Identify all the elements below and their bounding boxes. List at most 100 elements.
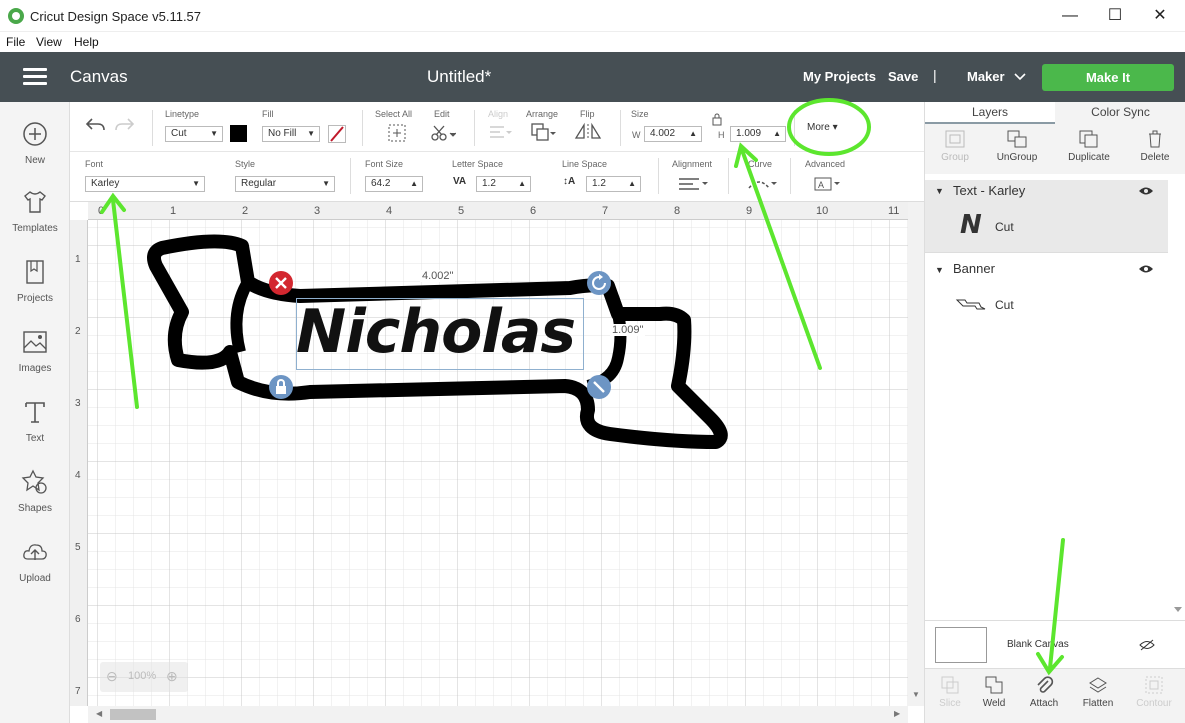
banner-shape[interactable] xyxy=(70,202,908,706)
flatten-button[interactable]: Flatten xyxy=(1073,675,1123,709)
spinner-icon[interactable]: ▲ xyxy=(518,177,526,191)
more-button[interactable]: More ▾ xyxy=(807,122,838,133)
delete-handle-icon[interactable] xyxy=(268,270,294,296)
collapse-caret-icon[interactable]: ▼ xyxy=(935,265,944,275)
zoom-control[interactable]: ⊖ 100% ⊕ xyxy=(100,662,188,692)
sidebar-item-upload[interactable]: Upload xyxy=(0,538,70,584)
sidebar-item-shapes[interactable]: Shapes xyxy=(0,468,70,514)
style-select[interactable]: Regular ▼ xyxy=(235,176,335,192)
lock-icon[interactable] xyxy=(711,112,723,126)
menu-bar: File View Help xyxy=(0,32,1185,52)
lock-handle-icon[interactable] xyxy=(268,374,294,400)
close-window-button[interactable]: ✕ xyxy=(1138,4,1182,28)
line-space-value: 1.2 xyxy=(592,178,606,189)
hamburger-menu-icon[interactable] xyxy=(23,68,47,86)
sidebar-item-images[interactable]: Images xyxy=(0,328,70,374)
layer-name: Banner xyxy=(953,261,995,276)
align-icon[interactable] xyxy=(488,124,512,140)
layer-thumbnail-glyph: N xyxy=(960,210,982,240)
blank-canvas-row[interactable]: Blank Canvas xyxy=(925,620,1185,670)
spinner-icon[interactable]: ▲ xyxy=(628,177,636,191)
delete-button[interactable]: Delete xyxy=(1125,129,1185,163)
layer-group-banner[interactable]: ▼ Banner Cut xyxy=(925,252,1168,324)
my-projects-link[interactable]: My Projects xyxy=(803,69,876,84)
layer-group-text[interactable]: ▼ Text - Karley N Cut xyxy=(925,180,1168,252)
collapse-caret-icon[interactable]: ▼ xyxy=(935,186,944,196)
make-it-button[interactable]: Make It xyxy=(1042,64,1174,91)
ungroup-button[interactable]: UnGroup xyxy=(987,129,1047,163)
caret-down-icon: ▼ xyxy=(307,129,315,138)
font-size-value: 64.2 xyxy=(371,178,391,189)
undo-icon[interactable] xyxy=(84,116,106,134)
contour-button[interactable]: Contour xyxy=(1129,675,1179,709)
duplicate-label: Duplicate xyxy=(1068,152,1110,163)
canvas-text-nicholas[interactable]: Nicholas xyxy=(296,296,596,368)
sidebar-item-projects[interactable]: Projects xyxy=(0,258,70,304)
scroll-left-icon[interactable]: ◀ xyxy=(96,709,102,718)
slice-label: Slice xyxy=(939,698,961,709)
scroll-thumb[interactable] xyxy=(110,709,156,720)
sidebar-item-new[interactable]: New xyxy=(0,120,70,166)
resize-handle-icon[interactable] xyxy=(586,374,612,400)
sidebar-item-text[interactable]: Text xyxy=(0,398,70,444)
design-canvas[interactable]: 0 1 2 3 4 5 6 7 8 9 10 11 1 2 3 4 5 6 7 … xyxy=(70,202,908,706)
curve-text-icon[interactable] xyxy=(746,176,778,192)
ungroup-label: UnGroup xyxy=(996,152,1038,163)
scroll-right-icon[interactable]: ▶ xyxy=(894,709,900,718)
canvas-horizontal-scrollbar[interactable]: ◀ ▶ xyxy=(88,706,908,723)
duplicate-button[interactable]: Duplicate xyxy=(1059,129,1119,163)
spinner-icon[interactable]: ▲ xyxy=(773,127,781,141)
minimize-button[interactable]: — xyxy=(1048,4,1092,28)
menu-help[interactable]: Help xyxy=(74,35,99,49)
scroll-down-icon[interactable]: ▼ xyxy=(912,690,920,699)
font-select[interactable]: Karley ▼ xyxy=(85,176,205,192)
weld-button[interactable]: Weld xyxy=(969,675,1019,709)
zoom-in-icon[interactable]: ⊕ xyxy=(166,668,178,685)
arrange-icon[interactable] xyxy=(530,122,556,142)
layer-operation: Cut xyxy=(995,298,1014,312)
tab-color-sync[interactable]: Color Sync xyxy=(1055,102,1185,124)
text-align-icon[interactable] xyxy=(678,176,710,192)
font-size-label: Font Size xyxy=(365,159,404,169)
advanced-text-icon[interactable]: A xyxy=(814,176,842,192)
attach-button[interactable]: Attach xyxy=(1019,675,1069,709)
letter-space-input[interactable]: 1.2 ▲ xyxy=(476,176,531,192)
eye-icon[interactable] xyxy=(1138,186,1154,196)
fill-select[interactable]: No Fill ▼ xyxy=(262,126,320,142)
flip-icon[interactable] xyxy=(574,122,602,142)
panel-scroll-down-icon[interactable] xyxy=(1173,606,1183,614)
canvas-vertical-scrollbar[interactable]: ▼ xyxy=(908,202,924,706)
blank-canvas-swatch[interactable] xyxy=(935,627,987,663)
slice-button[interactable]: Slice xyxy=(925,675,975,709)
group-button[interactable]: Group xyxy=(925,129,985,163)
svg-text:A: A xyxy=(818,180,824,190)
edit-scissors-icon[interactable] xyxy=(430,123,456,143)
machine-select[interactable]: Maker xyxy=(967,69,1026,84)
eye-hidden-icon[interactable] xyxy=(1139,639,1155,651)
eye-icon[interactable] xyxy=(1138,264,1154,274)
linetype-select[interactable]: Cut ▼ xyxy=(165,126,223,142)
sidebar-item-label: New xyxy=(24,155,45,166)
save-link[interactable]: Save xyxy=(888,69,918,84)
rotate-handle-icon[interactable] xyxy=(586,270,612,296)
menu-file[interactable]: File xyxy=(6,35,25,49)
no-fill-swatch-icon[interactable] xyxy=(328,125,346,143)
weld-label: Weld xyxy=(982,698,1006,709)
align-label: Align xyxy=(488,109,509,119)
menu-view[interactable]: View xyxy=(36,35,62,49)
line-space-input[interactable]: 1.2 ▲ xyxy=(586,176,641,192)
select-all-icon[interactable] xyxy=(387,123,407,143)
maximize-button[interactable]: ☐ xyxy=(1093,4,1137,28)
spinner-icon[interactable]: ▲ xyxy=(410,177,418,191)
fill-label: Fill xyxy=(262,109,274,119)
tab-layers[interactable]: Layers xyxy=(925,102,1055,124)
spinner-icon[interactable]: ▲ xyxy=(689,127,697,141)
linetype-color-swatch[interactable] xyxy=(230,125,247,142)
redo-icon[interactable] xyxy=(114,116,136,134)
font-size-input[interactable]: 64.2 ▲ xyxy=(365,176,423,192)
zoom-out-icon[interactable]: ⊖ xyxy=(106,668,118,685)
sidebar-item-templates[interactable]: Templates xyxy=(0,188,70,234)
height-input[interactable]: 1.009 ▲ xyxy=(730,126,786,142)
paperclip-icon xyxy=(1037,676,1054,693)
width-input[interactable]: 4.002 ▲ xyxy=(644,126,702,142)
